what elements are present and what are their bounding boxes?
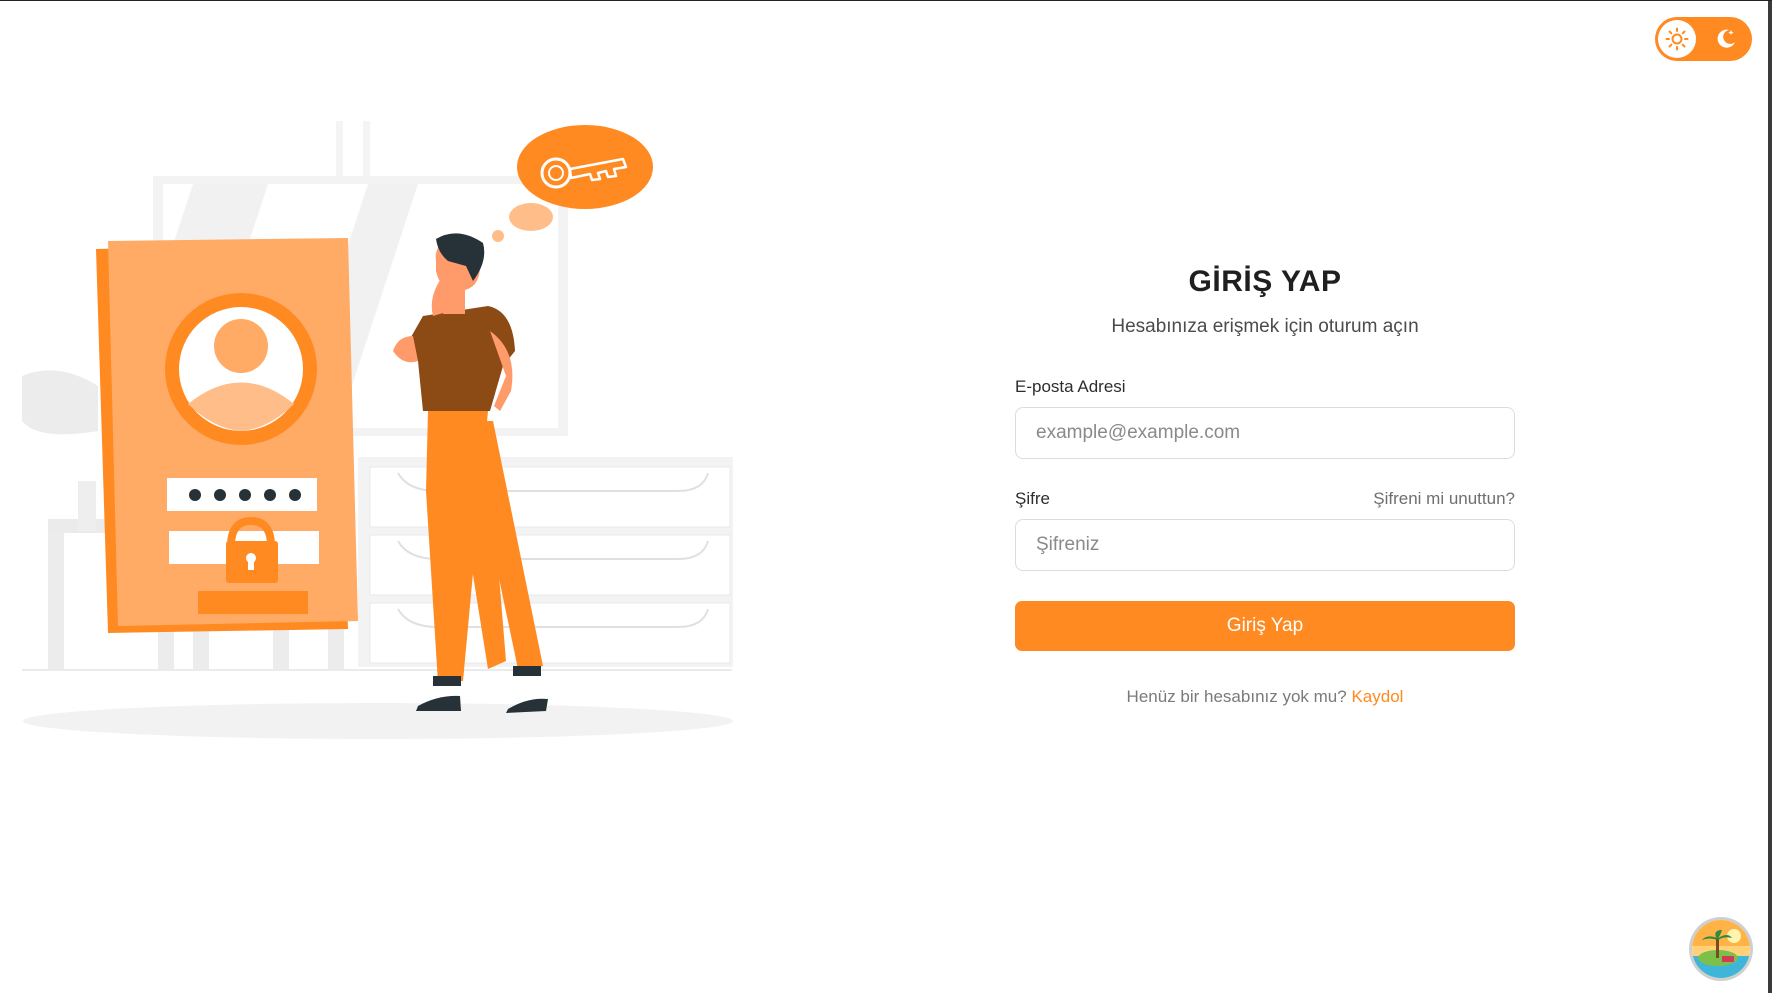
background-drawer-cabinet [358, 457, 733, 667]
moon-icon[interactable] [1714, 27, 1738, 51]
page-subtitle: Hesabınıza erişmek için oturum açın [1111, 316, 1419, 337]
scrollbar[interactable] [1768, 1, 1772, 993]
login-illustration [22, 121, 733, 739]
login-page: GİRİŞ YAP Hesabınıza erişmek için oturum… [0, 0, 1772, 993]
password-field[interactable] [1015, 519, 1515, 571]
email-label: E-posta Adresi [1015, 377, 1126, 396]
floor-line [22, 669, 732, 671]
password-label: Şifre [1015, 489, 1050, 508]
sun-icon [1665, 27, 1689, 51]
page-title: GİRİŞ YAP [1188, 265, 1342, 298]
forgot-password-link[interactable]: Şifreni mi unuttun? [1373, 489, 1515, 509]
avatar[interactable] [1692, 920, 1750, 978]
island-avatar-icon [1692, 920, 1750, 978]
floor-shadow [23, 703, 733, 739]
signup-row: Henüz bir hesabınız yok mu? Kaydol [1015, 685, 1515, 709]
theme-toggle-knob[interactable] [1658, 20, 1696, 58]
login-button[interactable]: Giriş Yap [1015, 601, 1515, 651]
login-form: GİRİŞ YAP Hesabınıza erişmek için oturum… [1015, 263, 1515, 709]
signup-prompt: Henüz bir hesabınız yok mu? [1126, 687, 1347, 706]
email-field[interactable] [1015, 407, 1515, 459]
theme-toggle[interactable] [1655, 17, 1752, 61]
signup-link[interactable]: Kaydol [1351, 687, 1403, 706]
